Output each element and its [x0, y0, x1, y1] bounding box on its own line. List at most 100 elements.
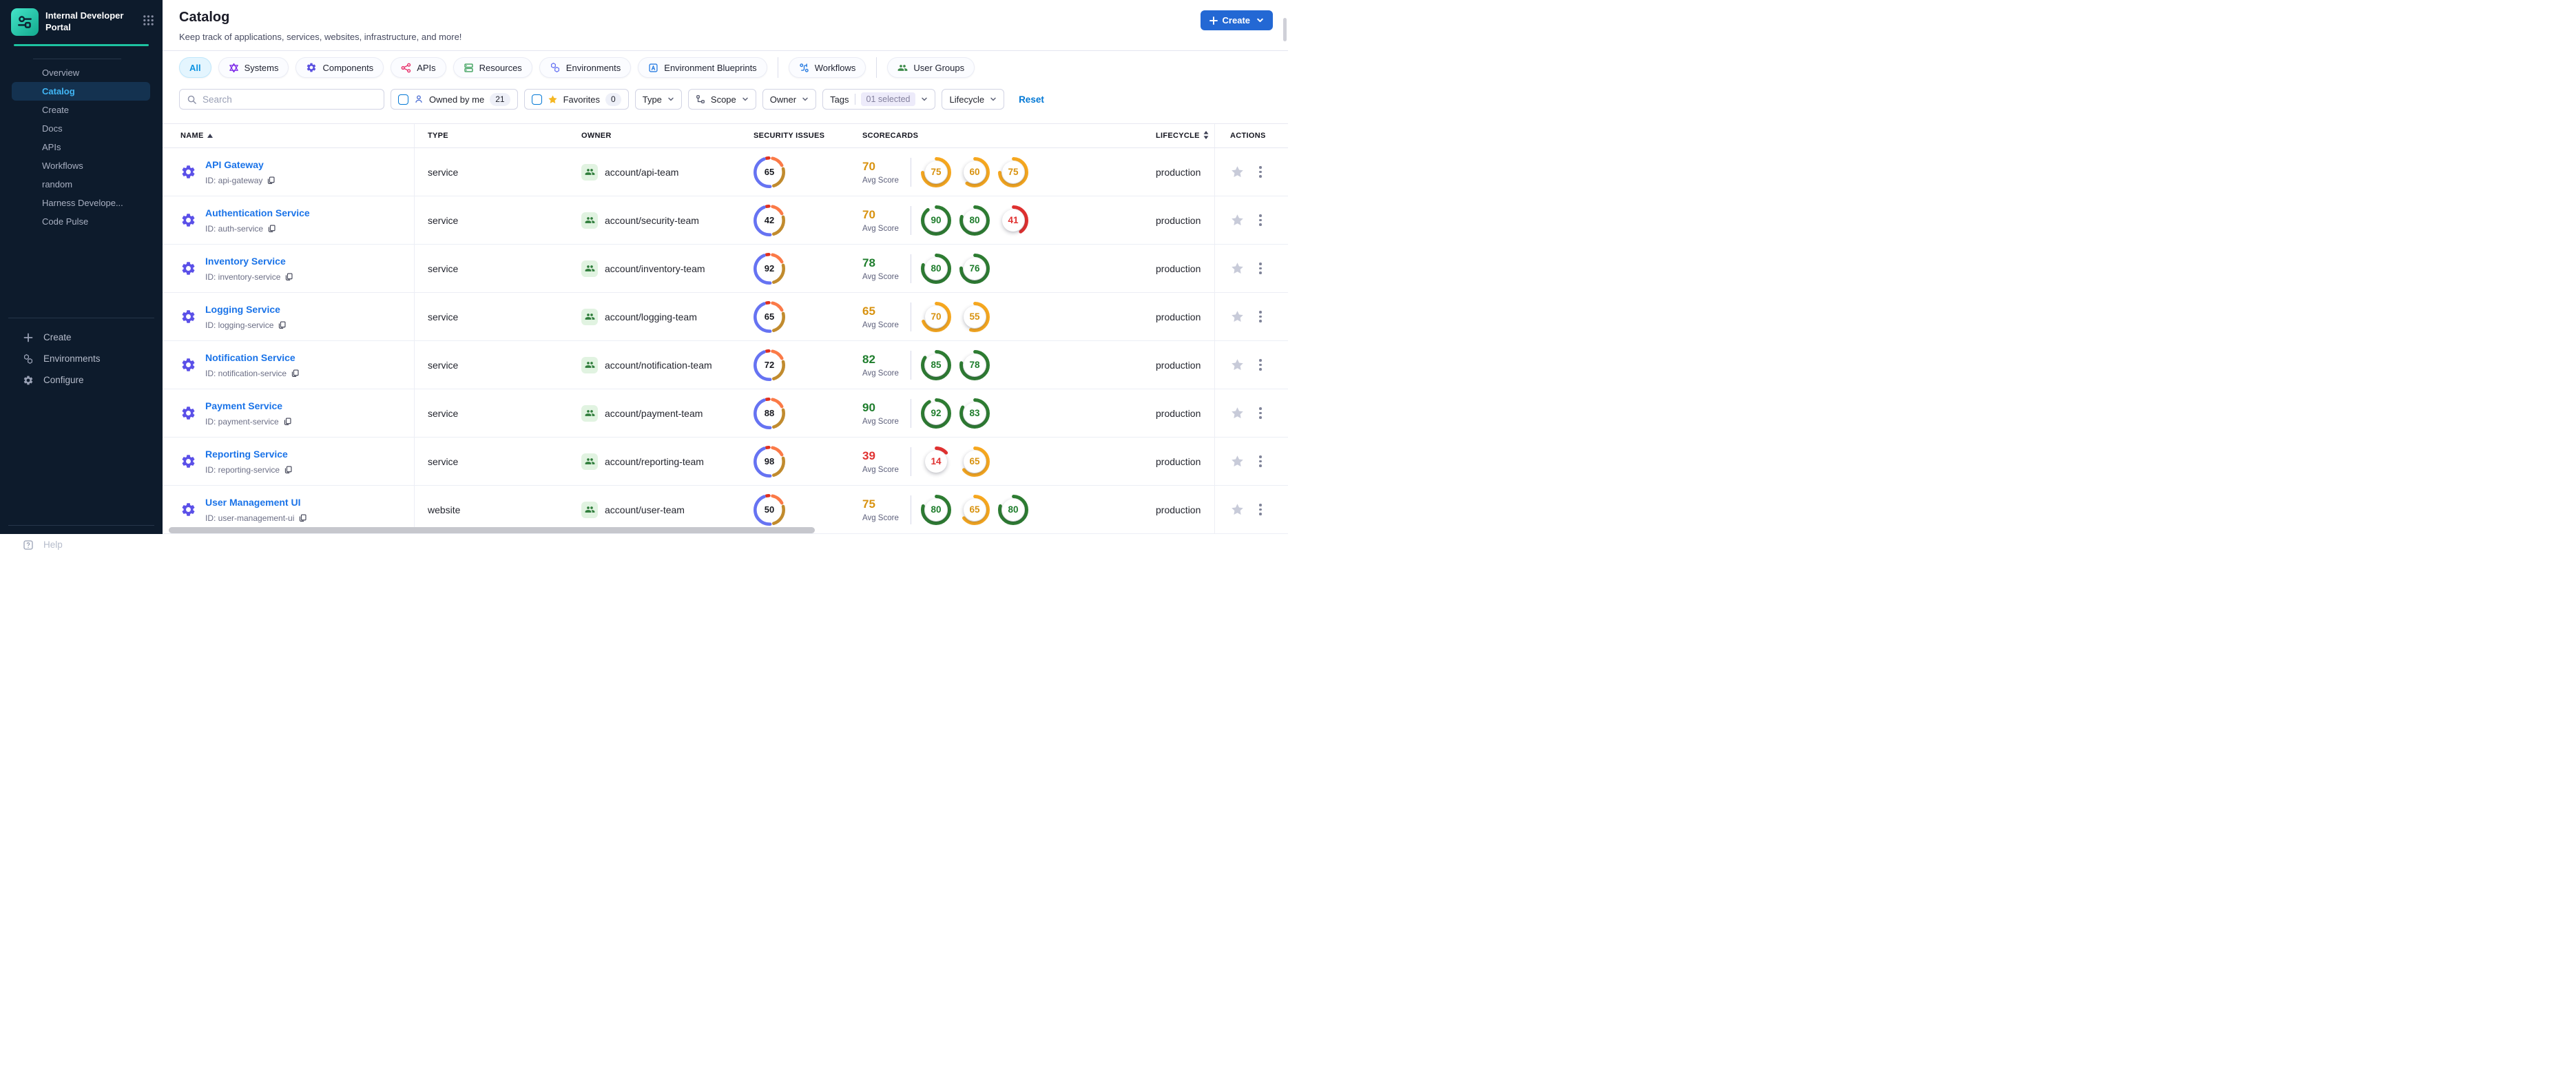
column-header-lifecycle[interactable]: LIFECYCLE: [1156, 124, 1214, 147]
favorite-star-icon[interactable]: [1230, 213, 1245, 227]
kebab-menu-icon[interactable]: [1257, 502, 1264, 517]
sidebar-item-docs[interactable]: Docs: [12, 119, 150, 138]
table-row: Logging Service ID: logging-service serv…: [163, 293, 1288, 341]
favorite-star-icon[interactable]: [1230, 406, 1245, 420]
scorecard-ring[interactable]: 80: [921, 253, 951, 284]
tab-all[interactable]: All: [179, 57, 211, 78]
tab-components[interactable]: Components: [295, 57, 384, 78]
kebab-menu-icon[interactable]: [1257, 309, 1264, 325]
sidebar-item-catalog[interactable]: Catalog: [12, 82, 150, 101]
sidebar-item-create[interactable]: Create: [0, 327, 163, 348]
sidebar-item-harness-develope[interactable]: Harness Develope...: [12, 194, 150, 212]
kebab-menu-icon[interactable]: [1257, 260, 1264, 276]
scorecard-ring[interactable]: 78: [959, 349, 990, 380]
copy-icon[interactable]: [291, 369, 300, 378]
favorite-star-icon[interactable]: [1230, 358, 1245, 372]
column-header-name[interactable]: NAME: [163, 124, 415, 147]
scorecard-ring[interactable]: 85: [921, 349, 951, 380]
favorite-star-icon[interactable]: [1230, 165, 1245, 179]
scope-filter-dropdown[interactable]: Scope: [687, 89, 756, 110]
kebab-menu-icon[interactable]: [1257, 357, 1264, 373]
scorecard-ring[interactable]: 92: [921, 398, 951, 429]
lifecycle-value: production: [1156, 263, 1201, 274]
entity-name-link[interactable]: API Gateway: [205, 159, 264, 170]
sidebar-item-overview[interactable]: Overview: [12, 63, 150, 82]
scorecard-ring[interactable]: 60: [959, 156, 990, 187]
reset-filters-link[interactable]: Reset: [1019, 94, 1044, 105]
kebab-menu-icon[interactable]: [1257, 453, 1264, 469]
scorecard-ring[interactable]: 14: [921, 446, 951, 477]
kebab-menu-icon[interactable]: [1257, 212, 1264, 228]
entity-name-link[interactable]: Inventory Service: [205, 256, 286, 267]
type-filter-dropdown[interactable]: Type: [634, 89, 682, 110]
tab-workflows[interactable]: Workflows: [788, 57, 866, 78]
copy-icon[interactable]: [283, 417, 292, 426]
entity-name-link[interactable]: Reporting Service: [205, 449, 288, 460]
create-button[interactable]: Create: [1200, 10, 1273, 30]
owner-filter-dropdown[interactable]: Owner: [762, 89, 817, 110]
sidebar-item-environments[interactable]: Environments: [0, 348, 163, 369]
tab-environments[interactable]: Environments: [539, 57, 632, 78]
sidebar-item-workflows[interactable]: Workflows: [12, 156, 150, 175]
copy-icon[interactable]: [267, 176, 276, 185]
tab-systems[interactable]: Systems: [218, 57, 289, 78]
entity-name-link[interactable]: Notification Service: [205, 352, 295, 363]
favorites-filter[interactable]: Favorites 0: [523, 89, 629, 110]
owner-name: account/logging-team: [605, 311, 697, 322]
sidebar-item-configure[interactable]: Configure: [0, 369, 163, 391]
tab-environment-blueprints[interactable]: Environment Blueprints: [638, 57, 767, 78]
owned-by-me-checkbox[interactable]: [398, 94, 408, 105]
column-header-label: TYPE: [428, 132, 448, 140]
scorecard-ring[interactable]: 76: [959, 253, 990, 284]
scorecard-ring[interactable]: 65: [959, 494, 990, 525]
lifecycle-filter-dropdown[interactable]: Lifecycle: [942, 89, 1005, 110]
tags-filter-dropdown[interactable]: Tags 01 selected: [822, 89, 936, 110]
copy-icon[interactable]: [267, 224, 276, 233]
entity-name-link[interactable]: Authentication Service: [205, 207, 310, 218]
owned-by-me-filter[interactable]: Owned by me 21: [391, 89, 518, 110]
copy-icon[interactable]: [284, 465, 293, 474]
copy-icon[interactable]: [298, 513, 307, 522]
search-input-wrapper[interactable]: [179, 89, 384, 110]
scorecard-ring[interactable]: 41: [998, 205, 1028, 236]
entity-name-link[interactable]: Logging Service: [205, 304, 280, 315]
search-input[interactable]: [202, 94, 377, 105]
sidebar-item-help[interactable]: Help: [0, 534, 163, 555]
scorecard-ring[interactable]: 80: [998, 494, 1028, 525]
avg-score-value: 82: [862, 352, 875, 366]
tab-apis[interactable]: APIs: [391, 57, 446, 78]
favorite-star-icon[interactable]: [1230, 261, 1245, 276]
tab-user-groups[interactable]: User Groups: [887, 57, 975, 78]
favorite-star-icon[interactable]: [1230, 309, 1245, 324]
vertical-scrollbar[interactable]: [1283, 18, 1287, 41]
scorecard-ring[interactable]: 75: [998, 156, 1028, 187]
horizontal-scrollbar[interactable]: [169, 527, 815, 533]
copy-icon[interactable]: [284, 272, 293, 281]
scorecard-ring[interactable]: 55: [959, 301, 990, 332]
table-row: Inventory Service ID: inventory-service …: [163, 245, 1288, 293]
copy-icon[interactable]: [278, 320, 287, 329]
sidebar-item-code-pulse[interactable]: Code Pulse: [12, 212, 150, 231]
entity-name-link[interactable]: Payment Service: [205, 400, 282, 411]
component-gear-icon: [180, 212, 196, 228]
entity-name-link[interactable]: User Management UI: [205, 497, 300, 508]
tab-resources[interactable]: Resources: [453, 57, 532, 78]
favorite-star-icon[interactable]: [1230, 502, 1245, 517]
sidebar-item-apis[interactable]: APIs: [12, 138, 150, 156]
scorecard-ring[interactable]: 83: [959, 398, 990, 429]
scorecard-ring[interactable]: 90: [921, 205, 951, 236]
favorites-checkbox[interactable]: [531, 94, 542, 105]
scorecard-ring[interactable]: 70: [921, 301, 951, 332]
kebab-menu-icon[interactable]: [1257, 405, 1264, 421]
scorecard-ring[interactable]: 80: [959, 205, 990, 236]
favorite-star-icon[interactable]: [1230, 454, 1245, 469]
kebab-menu-icon[interactable]: [1257, 164, 1264, 180]
scorecard-ring[interactable]: 65: [959, 446, 990, 477]
sidebar-item-create[interactable]: Create: [12, 101, 150, 119]
sidebar-item-random[interactable]: random: [12, 175, 150, 194]
scorecard-ring[interactable]: 75: [921, 156, 951, 187]
scorecard-ring[interactable]: 80: [921, 494, 951, 525]
entity-type: service: [428, 263, 459, 274]
tab-label: User Groups: [913, 62, 965, 73]
nine-dot-grid-icon[interactable]: [143, 14, 154, 30]
